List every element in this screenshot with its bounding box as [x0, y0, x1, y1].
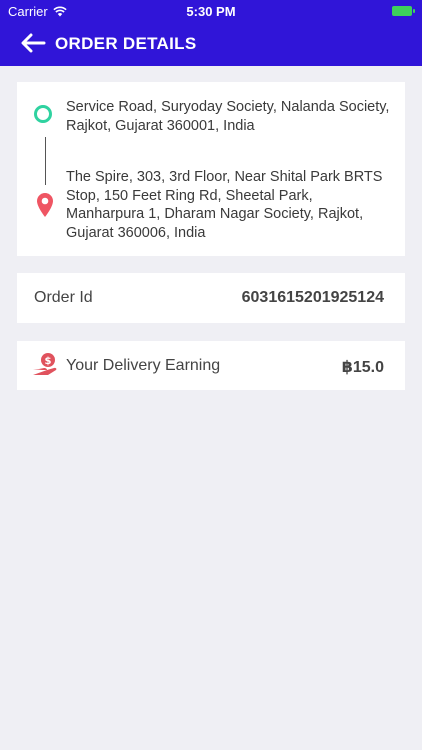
delivery-earning-value: ฿15.0 — [341, 359, 384, 376]
route-divider — [45, 137, 46, 185]
back-button[interactable] — [18, 32, 48, 54]
header-bar: Carrier 5:30 PM ORDER DETAILS — [0, 0, 422, 66]
order-id-card: Order Id 6031615201925124 — [17, 273, 405, 323]
pickup-circle-icon — [34, 105, 52, 123]
order-id-value: 6031615201925124 — [241, 289, 384, 306]
nav-bar: ORDER DETAILS — [0, 26, 422, 60]
drop-address: The Spire, 303, 3rd Floor, Near Shital P… — [66, 169, 383, 241]
battery-icon — [392, 6, 415, 16]
status-time: 5:30 PM — [186, 4, 236, 19]
page-title: ORDER DETAILS — [55, 34, 197, 53]
location-pin-icon — [37, 193, 53, 217]
address-card: Service Road, Suryoday Society, Nalanda … — [17, 82, 405, 256]
status-bar: Carrier 5:30 PM — [0, 0, 422, 22]
delivery-earning-label: Your Delivery Earning — [66, 357, 221, 374]
order-id-label: Order Id — [34, 289, 93, 306]
delivery-earning-card: $ Your Delivery Earning ฿15.0 — [17, 341, 405, 390]
pickup-address: Service Road, Suryoday Society, Nalanda … — [66, 99, 390, 134]
arrow-left-icon — [21, 33, 46, 53]
hand-money-icon: $ — [33, 353, 57, 375]
svg-text:$: $ — [45, 356, 52, 367]
